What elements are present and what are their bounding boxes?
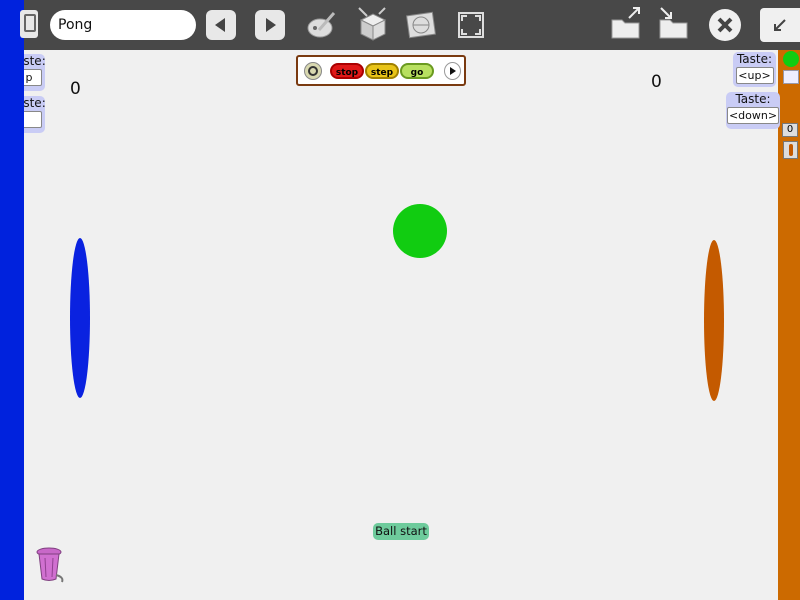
supplies-icon[interactable] (355, 6, 389, 42)
save-project-icon[interactable] (657, 6, 691, 42)
script-controls: stop step go (296, 55, 466, 86)
right-score: 0 (651, 72, 662, 92)
all-scripts-icon[interactable] (304, 62, 322, 80)
left-strip-overlay (0, 50, 24, 600)
step-button[interactable]: step (365, 63, 399, 79)
expand-arrow-icon[interactable] (444, 62, 461, 80)
world-icon[interactable] (404, 8, 438, 42)
trash-icon[interactable] (34, 545, 66, 583)
go-button[interactable]: go (400, 63, 434, 79)
right-up-key-tile[interactable]: Taste: <up> (733, 52, 776, 87)
right-paddle[interactable] (704, 240, 724, 401)
ball[interactable] (393, 204, 447, 258)
ball-start-button[interactable]: Ball start (373, 523, 429, 540)
forward-arrow-icon[interactable] (255, 10, 285, 40)
key-value[interactable]: <down> (727, 107, 779, 124)
project-menu-glyph (24, 14, 36, 32)
key-label: Taste: (736, 52, 773, 66)
stage-thumbnail-icon[interactable] (783, 70, 799, 84)
load-project-icon[interactable] (609, 6, 643, 42)
close-icon[interactable] (709, 9, 741, 41)
right-down-key-tile[interactable]: Taste: <down> (726, 92, 780, 129)
paint-icon[interactable] (305, 8, 339, 42)
left-score: 0 (70, 79, 81, 99)
ball-thumbnail[interactable] (783, 51, 799, 67)
stop-button[interactable]: stop (330, 63, 364, 79)
key-label: Taste: (735, 92, 771, 106)
shrink-icon[interactable] (760, 8, 800, 42)
paddle-thumbnail[interactable] (783, 141, 798, 159)
fullscreen-icon[interactable] (455, 9, 487, 41)
counter-tile[interactable]: 0 (782, 123, 798, 137)
back-arrow-icon[interactable] (206, 10, 236, 40)
project-name-field[interactable]: Pong (50, 10, 196, 40)
left-paddle[interactable] (70, 238, 90, 398)
key-value[interactable]: <up> (735, 67, 774, 84)
